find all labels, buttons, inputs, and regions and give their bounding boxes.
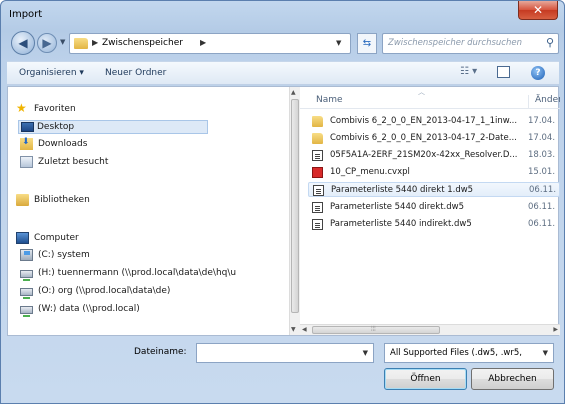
file-row[interactable]: Parameterliste 5440 direkt.dw5 06.11. [308,200,560,215]
downloads-icon [20,137,33,150]
sidebar-item-label: (C:) system [38,250,90,260]
scrollbar-grip-icon: ⦙⦙⦙ [371,325,376,333]
file-date: 18.03. [528,150,556,160]
open-button[interactable]: Öffnen [384,368,467,390]
file-name: Combivis 6_2_0_0_EN_2013-04-17_2-Date... [330,133,517,143]
network-drive-icon [20,270,33,281]
folder-icon [312,116,323,127]
file-name: 05F5A1A-2ERF_21SM20x-42xx_Resolver.D... [330,150,518,160]
file-row[interactable]: Combivis 6_2_0_0_EN_2013-04-17_1_1inw...… [308,114,560,129]
sidebar-item-label: (W:) data (\\prod.local) [38,304,140,314]
search-placeholder: Zwischenspeicher durchsuchen [388,38,522,48]
chevron-down-icon[interactable]: ▼ [543,349,548,357]
scroll-left-icon[interactable]: ◀ [302,326,307,333]
breadcrumb-chevron-icon[interactable]: ▶ [200,38,206,47]
file-list-horizontal-scrollbar[interactable]: ◀ ⦙⦙⦙ ▶ [300,324,560,335]
file-list-pane: Name ︿ Änder Combivis 6_2_0_0_EN_2013-04… [300,87,560,335]
file-name: Parameterliste 5440 direkt 1.dw5 [331,185,474,195]
file-date: 17.04. [528,116,556,126]
file-row[interactable]: 05F5A1A-2ERF_21SM20x-42xx_Resolver.D... … [308,148,560,163]
star-icon: ★ [16,101,27,115]
forward-button[interactable]: ▶ [37,33,57,53]
window-title: Import [9,9,43,20]
sort-ascending-icon: ︿ [418,88,425,96]
desktop-icon [21,122,34,132]
sidebar-item-label: Favoriten [34,104,76,114]
sidebar-item-label: (O:) org (\\prod.local\data\de) [38,286,171,296]
file-type-filter-value: All Supported Files (.dw5, .wr5, [390,348,522,358]
address-dropdown-icon[interactable]: ▼ [336,39,341,47]
network-drive-icon [20,306,33,317]
preview-pane-icon[interactable] [497,66,510,78]
file-date: 15.01. [528,167,556,177]
cvxpl-file-icon [312,167,323,178]
breadcrumb-zwischenspeicher[interactable]: Zwischenspeicher [102,38,183,48]
recent-places-icon [20,156,33,168]
file-row[interactable]: 10_CP_menu.cvxpl 15.01. [308,165,560,180]
file-name: 10_CP_menu.cvxpl [330,167,410,177]
sidebar-item-label: Downloads [38,139,88,149]
file-name: Parameterliste 5440 direkt.dw5 [330,202,464,212]
column-header-date[interactable]: Änder [528,95,560,109]
navigation-row: ◀ ▶ ▼ ▶ Zwischenspeicher ▶ ▼ ⇆ Zwischens… [7,29,559,57]
navigation-pane: ★ Favoriten Desktop Downloads Zuletzt be… [8,87,289,335]
file-date: 06.11. [529,185,557,195]
file-date: 17.04. [528,133,556,143]
document-icon [312,202,323,213]
navigation-pane-scrollbar[interactable]: ▲ ▼ [289,87,300,335]
sidebar-item-label: (H:) tuennermann (\\prod.local\data\de\h… [38,268,237,278]
sidebar-item-label: Computer [34,233,79,243]
column-header-row: Name ︿ Änder [300,87,560,109]
close-button[interactable]: ✕ [518,1,558,20]
network-drive-icon [20,288,33,299]
sidebar-item-desktop[interactable]: Desktop [18,120,208,134]
document-icon [312,219,323,230]
folder-icon [312,133,323,144]
import-dialog: Import ✕ ◀ ▶ ▼ ▶ Zwischenspeicher ▶ ▼ ⇆ … [0,0,565,404]
file-row[interactable]: Parameterliste 5440 indirekt.dw5 06.11. [308,217,560,232]
change-view-icon[interactable]: ☷ ▾ [460,66,477,77]
file-row[interactable]: Combivis 6_2_0_0_EN_2013-04-17_2-Date...… [308,131,560,146]
address-bar[interactable]: ▶ Zwischenspeicher ▶ ▼ [69,33,351,54]
file-name: Parameterliste 5440 indirekt.dw5 [330,219,472,229]
file-date: 06.11. [528,202,556,212]
scrollbar-thumb[interactable]: ⦙⦙⦙ [312,325,440,334]
computer-icon [16,232,29,244]
local-drive-icon [20,249,33,261]
filename-input[interactable]: ▼ [196,343,374,363]
search-input[interactable]: Zwischenspeicher durchsuchen ⚲ [382,33,559,54]
refresh-icon: ⇆ [362,38,372,49]
title-bar[interactable]: Import ✕ [1,1,564,27]
refresh-button[interactable]: ⇆ [357,33,377,54]
filename-label: Dateiname: [134,347,187,357]
browser-panes: ★ Favoriten Desktop Downloads Zuletzt be… [7,86,560,336]
back-button[interactable]: ◀ [11,31,35,55]
scroll-right-icon[interactable]: ▶ [553,326,558,333]
column-header-name[interactable]: Name [316,95,343,105]
file-row[interactable]: Parameterliste 5440 direkt 1.dw5 06.11. [308,182,560,197]
folder-icon [74,38,88,49]
command-bar: Organisieren ▾ Neuer Ordner ☷ ▾ ? [7,61,559,85]
document-icon [312,150,323,161]
sidebar-item-label: Desktop [37,122,75,132]
scroll-up-icon[interactable]: ▲ [291,89,296,96]
file-date: 06.11. [528,219,556,229]
help-icon[interactable]: ? [531,66,545,80]
file-name: Combivis 6_2_0_0_EN_2013-04-17_1_1inw... [330,116,518,126]
breadcrumb-chevron-icon[interactable]: ▶ [92,38,98,47]
cancel-button[interactable]: Abbrechen [471,368,554,390]
search-icon[interactable]: ⚲ [546,36,554,49]
libraries-icon [16,194,29,206]
organize-menu-button[interactable]: Organisieren ▾ [19,68,84,78]
scrollbar-thumb[interactable] [291,99,299,313]
filename-history-dropdown-icon[interactable]: ▼ [363,349,368,357]
scroll-down-icon[interactable]: ▼ [291,326,296,333]
recent-pages-dropdown-icon[interactable]: ▼ [60,38,65,46]
sidebar-item-label: Zuletzt besucht [38,157,109,167]
document-icon [313,185,324,196]
file-type-filter-select[interactable]: All Supported Files (.dw5, .wr5, ▼ [384,343,554,363]
sidebar-item-label: Bibliotheken [34,195,90,205]
new-folder-button[interactable]: Neuer Ordner [105,68,166,78]
